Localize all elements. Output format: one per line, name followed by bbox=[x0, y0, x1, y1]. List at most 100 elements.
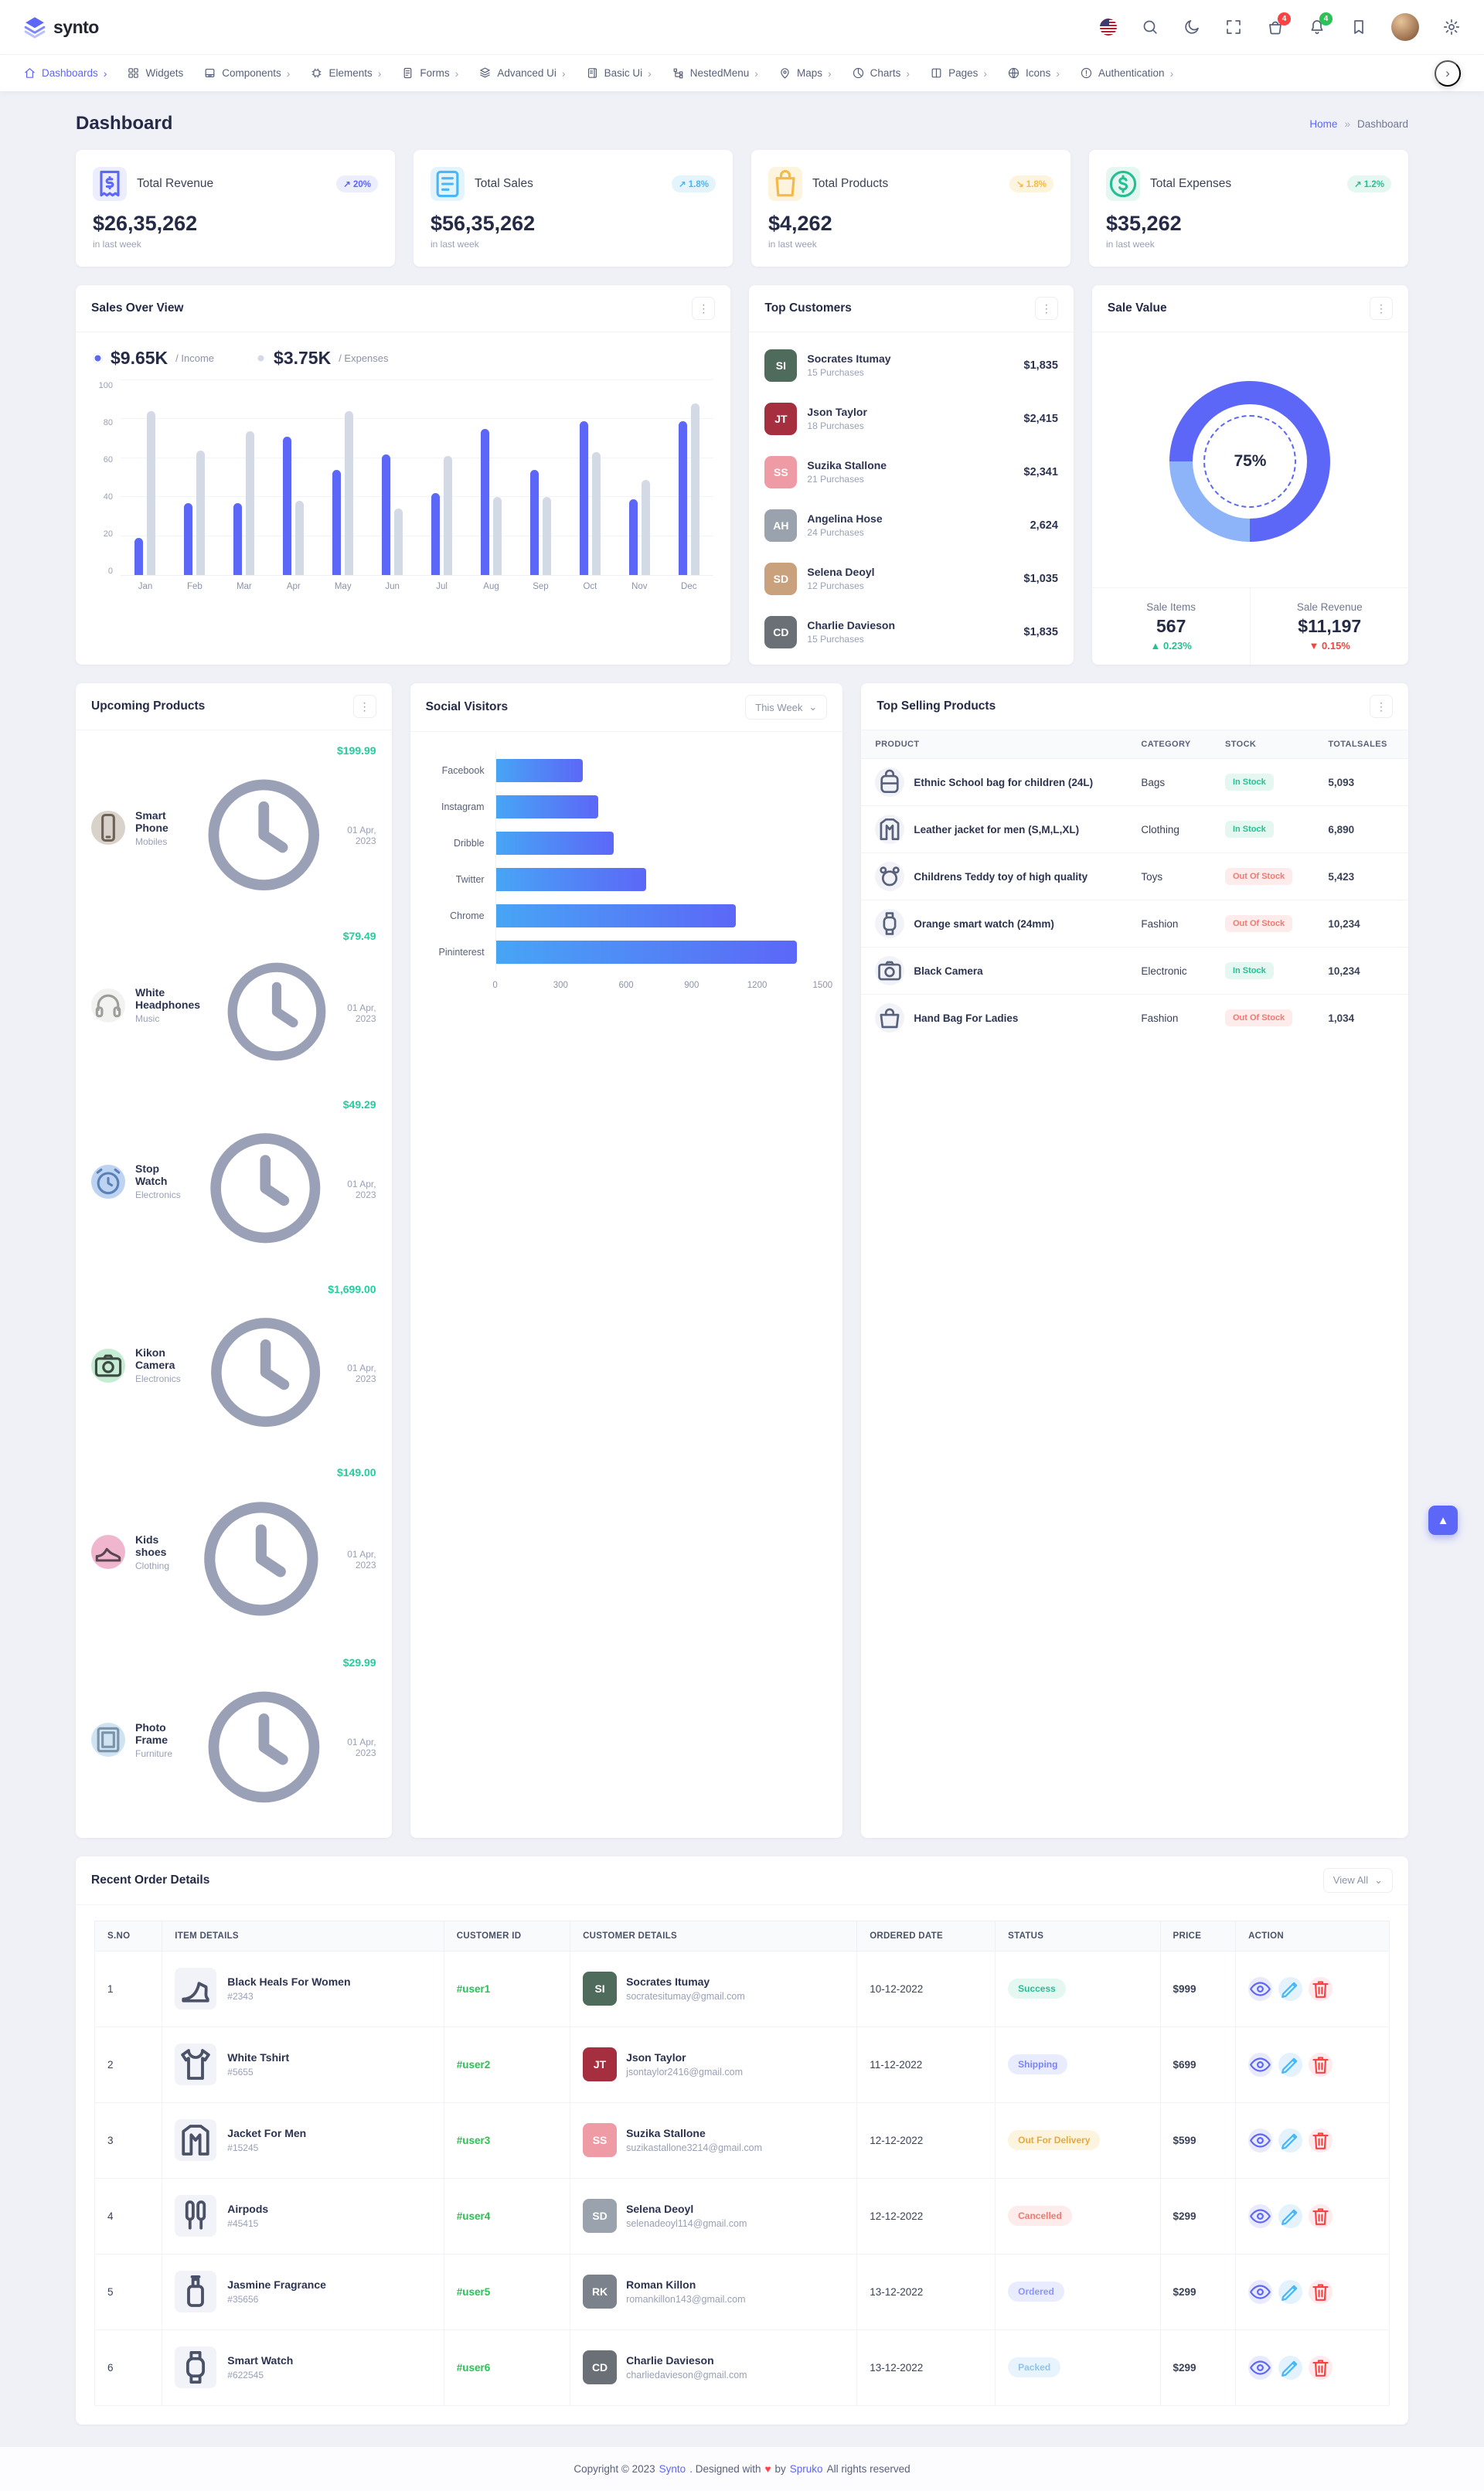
table-row[interactable]: 4 Airpods#45415 #user4 SDSelena Deoylsel… bbox=[95, 2178, 1390, 2254]
table-row[interactable]: Ethnic School bag for children (24L) Bag… bbox=[861, 759, 1408, 806]
social-visitors-period-select[interactable]: This Week ⌄ bbox=[745, 695, 827, 720]
table-row[interactable]: 6 Smart Watch#622545 #user6 CDCharlie Da… bbox=[95, 2329, 1390, 2405]
upcoming-products-menu-button[interactable]: ⋮ bbox=[353, 695, 376, 718]
nav-item[interactable]: Components › bbox=[203, 66, 290, 80]
customer-id-link[interactable]: #user4 bbox=[457, 2210, 491, 2222]
item-thumbnail bbox=[175, 2271, 216, 2312]
legend-income[interactable]: $9.65K / Income bbox=[93, 348, 214, 369]
sales-overview-menu-button[interactable]: ⋮ bbox=[692, 297, 715, 320]
customer-list-item[interactable]: SI Socrates Itumay 15 Purchases $1,835 bbox=[764, 339, 1058, 392]
scroll-to-top-button[interactable]: ▲ bbox=[1428, 1506, 1458, 1535]
bookmark-icon[interactable] bbox=[1350, 18, 1368, 36]
delete-trash-button[interactable] bbox=[1309, 2204, 1333, 2228]
fullscreen-icon[interactable] bbox=[1224, 18, 1243, 36]
upcoming-product-item[interactable]: Smart Phone Mobiles $199.99 01 Apr, 2023 bbox=[91, 735, 376, 921]
customer-list-item[interactable]: JT Json Taylor 18 Purchases $2,415 bbox=[764, 392, 1058, 445]
table-row[interactable]: 3 Jacket For Men#15245 #user3 SSSuzika S… bbox=[95, 2102, 1390, 2178]
language-flag-icon[interactable] bbox=[1099, 18, 1118, 36]
nav-item[interactable]: Maps › bbox=[778, 66, 832, 80]
customer-id-link[interactable]: #user5 bbox=[457, 2286, 491, 2298]
edit-pencil-button[interactable] bbox=[1278, 1977, 1302, 2001]
table-row[interactable]: 2 White Tshirt#5655 #user2 JTJson Taylor… bbox=[95, 2026, 1390, 2102]
delete-trash-button[interactable] bbox=[1309, 1977, 1333, 2001]
view-eye-button[interactable] bbox=[1248, 2129, 1272, 2152]
table-row[interactable]: Black Camera Electronic In Stock 10,234 bbox=[861, 948, 1408, 995]
view-eye-button[interactable] bbox=[1248, 2204, 1272, 2228]
breadcrumb-home-link[interactable]: Home bbox=[1309, 118, 1337, 130]
customer-list-item[interactable]: SD Selena Deoyl 12 Purchases $1,035 bbox=[764, 552, 1058, 605]
view-eye-button[interactable] bbox=[1248, 2053, 1272, 2077]
nav-item[interactable]: Authentication › bbox=[1080, 66, 1173, 80]
item-id: #45415 bbox=[227, 2218, 268, 2229]
edit-pencil-button[interactable] bbox=[1278, 2356, 1302, 2380]
notifications-bell-icon[interactable]: 4 bbox=[1308, 18, 1326, 36]
nav-item[interactable]: Forms › bbox=[401, 66, 458, 80]
top-selling-menu-button[interactable]: ⋮ bbox=[1370, 695, 1393, 718]
customer-id-link[interactable]: #user6 bbox=[457, 2362, 491, 2374]
nav-item[interactable]: Icons › bbox=[1007, 66, 1060, 80]
brand-logo[interactable]: synto bbox=[23, 15, 99, 39]
customer-list-item[interactable]: SS Suzika Stallone 21 Purchases $2,341 bbox=[764, 445, 1058, 499]
delete-trash-button[interactable] bbox=[1309, 2129, 1333, 2152]
nav-item[interactable]: Pages › bbox=[930, 66, 987, 80]
user-avatar[interactable] bbox=[1391, 13, 1419, 41]
nav-item[interactable]: Charts › bbox=[852, 66, 910, 80]
edit-pencil-button[interactable] bbox=[1278, 2204, 1302, 2228]
stock-badge: Out Of Stock bbox=[1225, 915, 1292, 932]
customer-id-link[interactable]: #user1 bbox=[457, 1983, 491, 1995]
customer-list-item[interactable]: CD Charlie Davieson 15 Purchases $1,835 bbox=[764, 605, 1058, 658]
table-row[interactable]: Childrens Teddy toy of high quality Toys… bbox=[861, 853, 1408, 900]
clock-icon bbox=[192, 1298, 339, 1448]
delete-trash-button[interactable] bbox=[1309, 2280, 1333, 2304]
edit-pencil-button[interactable] bbox=[1278, 2053, 1302, 2077]
dark-mode-moon-icon[interactable] bbox=[1183, 18, 1201, 36]
settings-gear-icon[interactable] bbox=[1442, 18, 1461, 36]
view-all-button[interactable]: View All ⌄ bbox=[1323, 1868, 1393, 1893]
product-icon bbox=[91, 1349, 125, 1383]
view-eye-button[interactable] bbox=[1248, 1977, 1272, 2001]
upcoming-product-item[interactable]: Kikon Camera Electronics $1,699.00 01 Ap… bbox=[91, 1274, 376, 1457]
nav-item[interactable]: Elements › bbox=[310, 66, 381, 80]
column-header: Price bbox=[1160, 1921, 1236, 1951]
customer-list-item[interactable]: AH Angelina Hose 24 Purchases 2,624 bbox=[764, 499, 1058, 552]
nav-item[interactable]: Advanced Ui › bbox=[478, 66, 565, 80]
nav-item[interactable]: Widgets › bbox=[127, 66, 183, 80]
upcoming-product-item[interactable]: Kids shoes Clothing $149.00 01 Apr, 2023 bbox=[91, 1457, 376, 1647]
delete-trash-button[interactable] bbox=[1309, 2356, 1333, 2380]
table-row[interactable]: Leather jacket for men (S,M,L,XL) Clothi… bbox=[861, 806, 1408, 853]
legend-expenses[interactable]: $3.75K / Expenses bbox=[256, 348, 389, 369]
nav-item[interactable]: Basic Ui › bbox=[586, 66, 652, 80]
customer-purchases: 24 Purchases bbox=[807, 527, 882, 538]
nav-item[interactable]: NestedMenu › bbox=[672, 66, 758, 80]
table-row[interactable]: 5 Jasmine Fragrance#35656 #user5 RKRoman… bbox=[95, 2254, 1390, 2329]
table-row[interactable]: Orange smart watch (24mm) Fashion Out Of… bbox=[861, 900, 1408, 948]
edit-pencil-button[interactable] bbox=[1278, 2129, 1302, 2152]
clock-icon bbox=[184, 1482, 339, 1639]
upcoming-product-item[interactable]: White Headphones Music $79.49 01 Apr, 20… bbox=[91, 921, 376, 1090]
top-customers-menu-button[interactable]: ⋮ bbox=[1035, 297, 1058, 320]
customer-purchases: 15 Purchases bbox=[807, 634, 895, 645]
page-content: Dashboard Home » Dashboard Total Revenue… bbox=[76, 91, 1408, 2446]
customer-amount: 2,624 bbox=[1030, 519, 1058, 532]
sale-value-menu-button[interactable]: ⋮ bbox=[1370, 297, 1393, 320]
customer-id-link[interactable]: #user3 bbox=[457, 2135, 491, 2146]
upcoming-product-item[interactable]: Photo Frame Furniture $29.99 01 Apr, 202… bbox=[91, 1647, 376, 1833]
footer-designer-link[interactable]: Spruko bbox=[790, 2463, 823, 2475]
cart-icon[interactable]: 4 bbox=[1266, 18, 1285, 36]
view-eye-button[interactable] bbox=[1248, 2280, 1272, 2304]
stat-subtext: in last week bbox=[431, 239, 716, 250]
total-sales: 1,034 bbox=[1314, 995, 1408, 1042]
footer-brand-link[interactable]: Synto bbox=[659, 2463, 686, 2475]
nav-item[interactable]: Dashboards › bbox=[23, 66, 107, 80]
breadcrumb-separator: » bbox=[1344, 118, 1350, 130]
upcoming-product-item[interactable]: Stop Watch Electronics $49.29 01 Apr, 20… bbox=[91, 1089, 376, 1274]
order-sno: 1 bbox=[95, 1951, 162, 2026]
table-row[interactable]: Hand Bag For Ladies Fashion Out Of Stock… bbox=[861, 995, 1408, 1042]
delete-trash-button[interactable] bbox=[1309, 2053, 1333, 2077]
edit-pencil-button[interactable] bbox=[1278, 2280, 1302, 2304]
customer-id-link[interactable]: #user2 bbox=[457, 2059, 491, 2071]
nav-scroll-right-button[interactable]: › bbox=[1435, 60, 1461, 87]
view-eye-button[interactable] bbox=[1248, 2356, 1272, 2380]
table-row[interactable]: 1 Black Heals For Women#2343 #user1 SISo… bbox=[95, 1951, 1390, 2026]
search-icon[interactable] bbox=[1141, 18, 1159, 36]
